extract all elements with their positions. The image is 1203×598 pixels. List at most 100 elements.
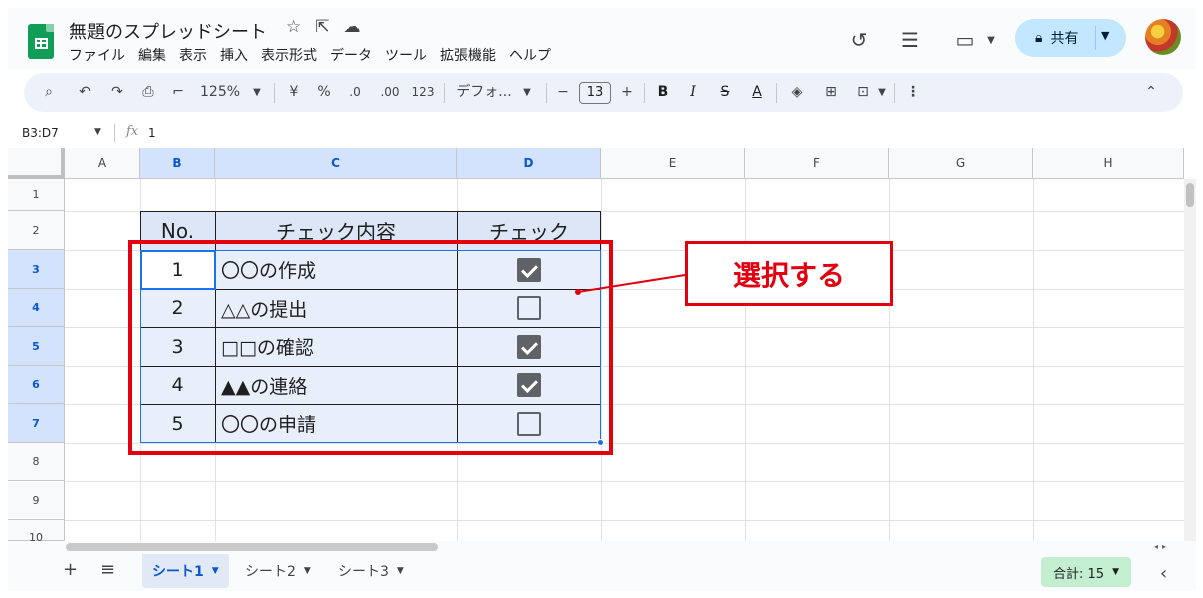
- sheet-tab-dropdown-icon[interactable]: ▼: [304, 566, 311, 576]
- spreadsheet-grid[interactable]: A B C D E F G H 1 2 3 4 5 6 7 8 9 10 No.…: [8, 148, 1196, 541]
- merge-cells-icon[interactable]: ⊡: [852, 73, 874, 112]
- gridline: [1033, 179, 1034, 541]
- paint-format-icon[interactable]: ⌐: [167, 73, 189, 112]
- text-color-icon[interactable]: A: [746, 73, 768, 112]
- column-header-a[interactable]: A: [65, 148, 140, 179]
- share-button[interactable]: 🔒︎ 共有 ▼: [1015, 19, 1126, 57]
- comments-icon[interactable]: ☰: [897, 28, 923, 52]
- menu-insert[interactable]: 挿入: [220, 45, 248, 65]
- column-header-c[interactable]: C: [215, 148, 457, 179]
- all-sheets-icon[interactable]: ≡: [100, 559, 115, 580]
- column-header-g[interactable]: G: [889, 148, 1033, 179]
- fill-color-icon[interactable]: ◈: [786, 73, 808, 112]
- menu-format[interactable]: 表示形式: [261, 45, 317, 65]
- cloud-status-icon[interactable]: ☁: [344, 17, 361, 37]
- toolbar-divider: [274, 83, 275, 103]
- select-all-corner[interactable]: [8, 148, 65, 179]
- undo-icon[interactable]: ↶: [74, 73, 96, 112]
- meet-dropdown-icon[interactable]: ▼: [978, 35, 1004, 46]
- number-format-button[interactable]: 123: [410, 73, 436, 112]
- menu-file[interactable]: ファイル: [69, 45, 125, 65]
- zoom-select[interactable]: 125%: [200, 73, 240, 112]
- font-family-select[interactable]: デフォ...: [454, 73, 514, 112]
- sheet-tab-dropdown-icon[interactable]: ▼: [397, 566, 404, 576]
- document-title[interactable]: 無題のスプレッドシート: [69, 18, 267, 44]
- add-sheet-icon[interactable]: +: [63, 559, 78, 580]
- horizontal-scroll-arrows-icon[interactable]: ◂▸: [1154, 542, 1170, 551]
- sheets-logo-icon[interactable]: [28, 24, 54, 59]
- avatar[interactable]: [1145, 19, 1181, 55]
- toolbar-divider: [644, 83, 645, 103]
- name-box[interactable]: B3:D7: [22, 126, 59, 140]
- toolbar: ⌕ ↶ ↷ ⎙ ⌐ 125% ▼ ¥ % .0 .00 123 デフォ... ▼…: [24, 73, 1183, 112]
- toolbar-divider: [546, 83, 547, 103]
- menu-data[interactable]: データ: [330, 45, 372, 65]
- row-header-1[interactable]: 1: [8, 179, 65, 211]
- row-header-2[interactable]: 2: [8, 211, 65, 250]
- star-icon[interactable]: ☆: [286, 17, 301, 37]
- sheet-tab-2[interactable]: シート2 ▼: [235, 554, 321, 588]
- menu-help[interactable]: ヘルプ: [509, 45, 551, 65]
- menu-tools[interactable]: ツール: [385, 45, 427, 65]
- formula-divider: [114, 124, 115, 142]
- fx-icon: fx: [126, 124, 139, 139]
- font-size-input[interactable]: 13: [579, 82, 611, 104]
- increase-decimal-button[interactable]: .00: [377, 73, 403, 112]
- row-header-10[interactable]: 10: [8, 520, 65, 541]
- sheet-tab-3[interactable]: シート3 ▼: [328, 554, 414, 588]
- more-options-icon[interactable]: ⋮: [906, 73, 920, 112]
- currency-format-button[interactable]: ¥: [286, 73, 302, 112]
- formula-input[interactable]: 1: [148, 126, 156, 140]
- increase-font-size-icon[interactable]: +: [618, 73, 636, 112]
- move-to-folder-icon[interactable]: ⇱: [315, 17, 329, 37]
- row-header-6[interactable]: 6: [8, 366, 65, 404]
- name-box-dropdown-icon[interactable]: ▼: [94, 127, 101, 137]
- side-panel-chevron-icon[interactable]: ‹: [1160, 563, 1167, 584]
- bold-button[interactable]: B: [654, 73, 672, 112]
- font-dropdown-icon[interactable]: ▼: [520, 73, 534, 112]
- sum-status-button[interactable]: 合計: 15 ▼: [1041, 557, 1131, 587]
- search-menus-icon[interactable]: ⌕: [38, 73, 60, 112]
- zoom-dropdown-icon[interactable]: ▼: [250, 73, 264, 112]
- selection-highlight-box: [128, 240, 613, 455]
- decrease-font-size-icon[interactable]: −: [554, 73, 572, 112]
- toolbar-divider: [444, 83, 445, 103]
- decrease-decimal-button[interactable]: .0: [344, 73, 366, 112]
- sheet-tab-1[interactable]: シート1 ▼: [142, 554, 229, 588]
- sum-dropdown-icon[interactable]: ▼: [1112, 567, 1119, 577]
- row-header-9[interactable]: 9: [8, 481, 65, 520]
- column-header-e[interactable]: E: [601, 148, 745, 179]
- column-header-d[interactable]: D: [457, 148, 601, 179]
- column-header-h[interactable]: H: [1033, 148, 1184, 179]
- share-dropdown-icon[interactable]: ▼: [1101, 29, 1109, 42]
- vertical-scroll-thumb[interactable]: [1186, 183, 1194, 207]
- column-header-f[interactable]: F: [745, 148, 889, 179]
- gridline: [65, 481, 1184, 482]
- toolbar-divider: [776, 83, 777, 103]
- version-history-icon[interactable]: ↺: [846, 28, 872, 52]
- column-header-b[interactable]: B: [140, 148, 215, 179]
- menu-edit[interactable]: 編集: [138, 45, 166, 65]
- row-header-8[interactable]: 8: [8, 443, 65, 481]
- row-header-7[interactable]: 7: [8, 404, 65, 443]
- vertical-scrollbar[interactable]: [1184, 179, 1196, 541]
- meet-icon[interactable]: ▭: [952, 28, 978, 52]
- horizontal-scroll-thumb[interactable]: [66, 543, 438, 551]
- menu-view[interactable]: 表示: [179, 45, 207, 65]
- redo-icon[interactable]: ↷: [106, 73, 128, 112]
- merge-dropdown-icon[interactable]: ▼: [876, 73, 888, 112]
- row-header-5[interactable]: 5: [8, 327, 65, 366]
- italic-button[interactable]: I: [684, 73, 702, 112]
- hide-menus-chevron-icon[interactable]: ⌃: [1140, 73, 1162, 112]
- row-header-4[interactable]: 4: [8, 289, 65, 327]
- sheet-tab-dropdown-icon[interactable]: ▼: [212, 566, 219, 576]
- gridline: [65, 520, 1184, 521]
- menu-extensions[interactable]: 拡張機能: [440, 45, 496, 65]
- strikethrough-icon[interactable]: S: [716, 73, 734, 112]
- print-icon[interactable]: ⎙: [137, 73, 159, 112]
- share-main-button[interactable]: 🔒︎ 共有: [1015, 19, 1095, 57]
- percent-format-button[interactable]: %: [316, 73, 332, 112]
- borders-icon[interactable]: ⊞: [820, 73, 842, 112]
- row-header-3[interactable]: 3: [8, 250, 65, 289]
- share-label: 共有: [1050, 31, 1079, 47]
